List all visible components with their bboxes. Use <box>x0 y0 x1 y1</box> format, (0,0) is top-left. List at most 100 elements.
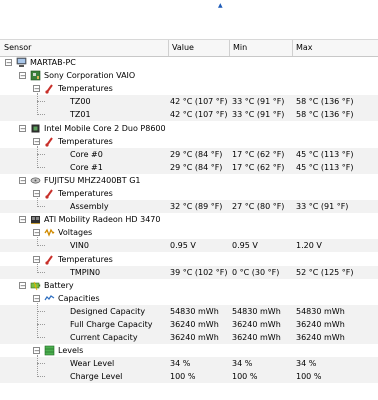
sensor-label: Core #1 <box>70 162 103 172</box>
sensor-label: TMPIN0 <box>70 267 101 277</box>
sensor-max: 45 °C (113 °F) <box>296 162 354 172</box>
tree-node[interactable]: − Voltages <box>0 226 378 239</box>
tree-connector <box>37 245 45 247</box>
sensor-label: Temperatures <box>58 136 113 146</box>
thermometer-icon <box>44 83 55 94</box>
tree-guide-line <box>37 93 38 116</box>
sensor-max: 36240 mWh <box>296 333 345 343</box>
tree-node[interactable]: − Temperatures <box>0 187 378 200</box>
capacity-icon <box>44 293 55 304</box>
top-area: ▲ <box>0 0 378 38</box>
sensor-label: ATI Mobility Radeon HD 3470 <box>44 215 161 225</box>
tree-node[interactable]: − MARTAB-PC <box>0 56 378 69</box>
column-max[interactable]: Max <box>292 40 376 56</box>
tree-connector <box>37 114 45 116</box>
sensor-label: Assembly <box>70 202 109 212</box>
tree-connector <box>37 310 45 312</box>
sensor-row[interactable]: Wear Level 34 % 34 % 34 % <box>0 357 378 371</box>
sensor-row[interactable]: Designed Capacity 54830 mWh 54830 mWh 54830… <box>0 304 378 318</box>
sensor-row[interactable]: Charge Level 100 % 100 % 100 % <box>0 370 378 384</box>
collapse-toggle-icon[interactable]: − <box>33 137 40 145</box>
sensor-min: 36240 mWh <box>232 320 281 329</box>
sensor-max: 34 % <box>296 359 317 369</box>
sensor-label: Capacities <box>58 293 100 303</box>
tree-connector <box>37 376 45 378</box>
computer-icon <box>16 57 27 68</box>
sensor-max: 45 °C (113 °F) <box>296 149 354 159</box>
sensor-value: 29 °C (84 °F) <box>170 162 223 172</box>
tree-guide-line <box>37 355 38 378</box>
tree-connector <box>37 166 45 168</box>
sensor-max: 58 °C (136 °F) <box>296 97 354 107</box>
tree-node[interactable]: − Sony Corporation VAIO <box>0 69 378 82</box>
column-min[interactable]: Min <box>229 40 291 56</box>
sensor-label: TZ01 <box>70 110 91 120</box>
sensor-label: Temperatures <box>58 189 113 198</box>
sensor-row[interactable]: Current Capacity 36240 mWh 36240 mWh 36240 … <box>0 331 378 345</box>
tree-node[interactable]: − Temperatures <box>0 135 378 148</box>
collapse-toggle-icon[interactable]: − <box>19 72 26 80</box>
tree-node[interactable]: − Temperatures <box>0 82 378 95</box>
collapse-toggle-icon[interactable]: − <box>33 85 40 93</box>
sensor-max: 100 % <box>296 372 322 382</box>
sensor-min: 17 °C (62 °F) <box>232 162 285 172</box>
tree-node[interactable]: − FUJITSU MHZ2400BT G1 <box>0 174 378 187</box>
tree-node[interactable]: − Capacities <box>0 292 378 305</box>
tree-node[interactable]: − Levels <box>0 344 378 357</box>
sensor-min: 0.95 V <box>232 241 258 251</box>
column-sensor[interactable]: Sensor <box>0 40 168 56</box>
tree-connector <box>37 101 45 103</box>
collapse-toggle-icon[interactable]: − <box>19 216 26 224</box>
sensor-value: 29 °C (84 °F) <box>170 149 223 159</box>
sensor-label: Current Capacity <box>70 333 138 343</box>
sensor-row[interactable]: Assembly 32 °C (89 °F) 27 °C (80 °F) 33 °C … <box>0 200 378 214</box>
tree-guide-line <box>37 145 38 168</box>
tree-node[interactable]: − Temperatures <box>0 253 378 266</box>
collapse-toggle-icon[interactable]: − <box>33 229 40 237</box>
sensor-value: 42 °C (107 °F) <box>170 97 228 107</box>
tree-guide-line <box>37 237 38 247</box>
sensor-label: Core #0 <box>70 149 103 159</box>
column-header: Sensor Value Min Max <box>0 39 378 57</box>
collapse-toggle-icon[interactable]: − <box>33 190 40 198</box>
tree-node[interactable]: − Intel Mobile Core 2 Duo P8600 <box>0 122 378 135</box>
sensor-label: Temperatures <box>58 254 113 264</box>
sensor-min: 0 °C (30 °F) <box>232 267 280 277</box>
sensor-row[interactable]: TMPIN0 39 °C (102 °F) 0 °C (30 °F) 52 °C (1… <box>0 265 378 279</box>
sensor-min: 33 °C (91 °F) <box>232 110 285 120</box>
sensor-max: 36240 mWh <box>296 320 345 329</box>
sensor-max: 54830 mWh <box>296 306 345 316</box>
sensor-min: 100 % <box>232 372 258 382</box>
collapse-toggle-icon[interactable]: − <box>19 176 26 184</box>
caret-icon: ▲ <box>218 2 223 9</box>
sensor-row[interactable]: Core #1 29 °C (84 °F) 17 °C (62 °F) 45 °C (… <box>0 160 378 174</box>
sensor-row[interactable]: TZ00 42 °C (107 °F) 33 °C (91 °F) 58 °C (13… <box>0 95 378 109</box>
collapse-toggle-icon[interactable]: − <box>19 124 26 132</box>
sensor-row[interactable]: TZ01 42 °C (107 °F) 33 °C (91 °F) 58 °C (13… <box>0 108 378 122</box>
collapse-toggle-icon[interactable]: − <box>19 281 26 289</box>
collapse-toggle-icon[interactable]: − <box>5 59 12 67</box>
collapse-toggle-icon[interactable]: − <box>33 255 40 263</box>
hard-disk-icon <box>30 175 41 186</box>
column-value[interactable]: Value <box>168 40 230 56</box>
sensor-label: Designed Capacity <box>70 306 146 316</box>
sensor-label: Sony Corporation VAIO <box>44 71 136 81</box>
battery-icon <box>30 280 41 291</box>
thermometer-icon <box>44 254 55 265</box>
collapse-toggle-icon[interactable]: − <box>33 294 40 302</box>
sensor-row[interactable]: VIN0 0.95 V 0.95 V 1.20 V <box>0 239 378 253</box>
sensor-row[interactable]: Full Charge Capacity 36240 mWh 36240 mWh 36… <box>0 318 378 331</box>
tree-connector <box>37 337 45 339</box>
collapse-toggle-icon[interactable]: − <box>33 347 40 355</box>
sensor-min: 33 °C (91 °F) <box>232 97 285 107</box>
sensor-label: Battery <box>44 280 74 290</box>
cpu-icon <box>30 123 41 134</box>
sensor-label: Voltages <box>58 228 93 238</box>
tree-node[interactable]: − Battery <box>0 279 378 292</box>
tree-node[interactable]: − ATI Mobility Radeon HD 3470 <box>0 213 378 226</box>
sensor-value: 54830 mWh <box>170 306 219 316</box>
sensor-label: Intel Mobile Core 2 Duo P8600 <box>44 123 166 133</box>
sensor-max: 1.20 V <box>296 241 322 251</box>
sensor-value: 100 % <box>170 372 196 382</box>
sensor-row[interactable]: Core #0 29 °C (84 °F) 17 °C (62 °F) 45 °C (… <box>0 147 378 161</box>
